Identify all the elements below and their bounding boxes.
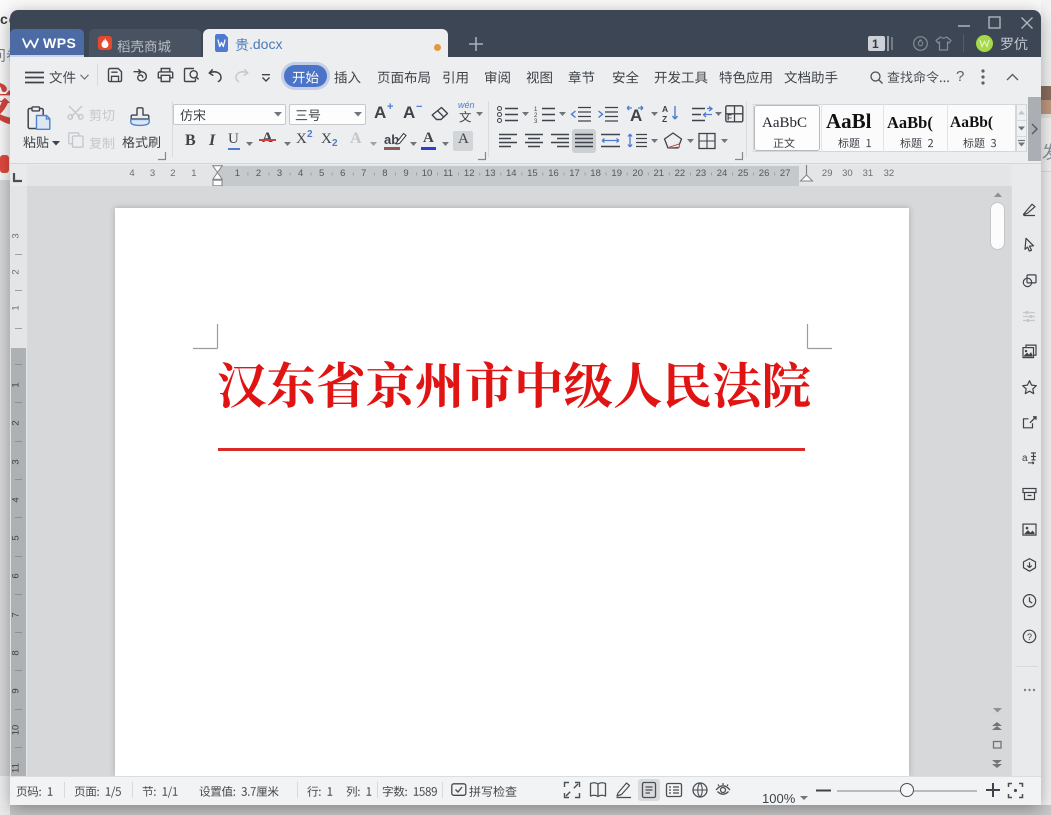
svg-text:?: ? (1027, 632, 1032, 642)
svg-text:a: a (1022, 453, 1028, 464)
